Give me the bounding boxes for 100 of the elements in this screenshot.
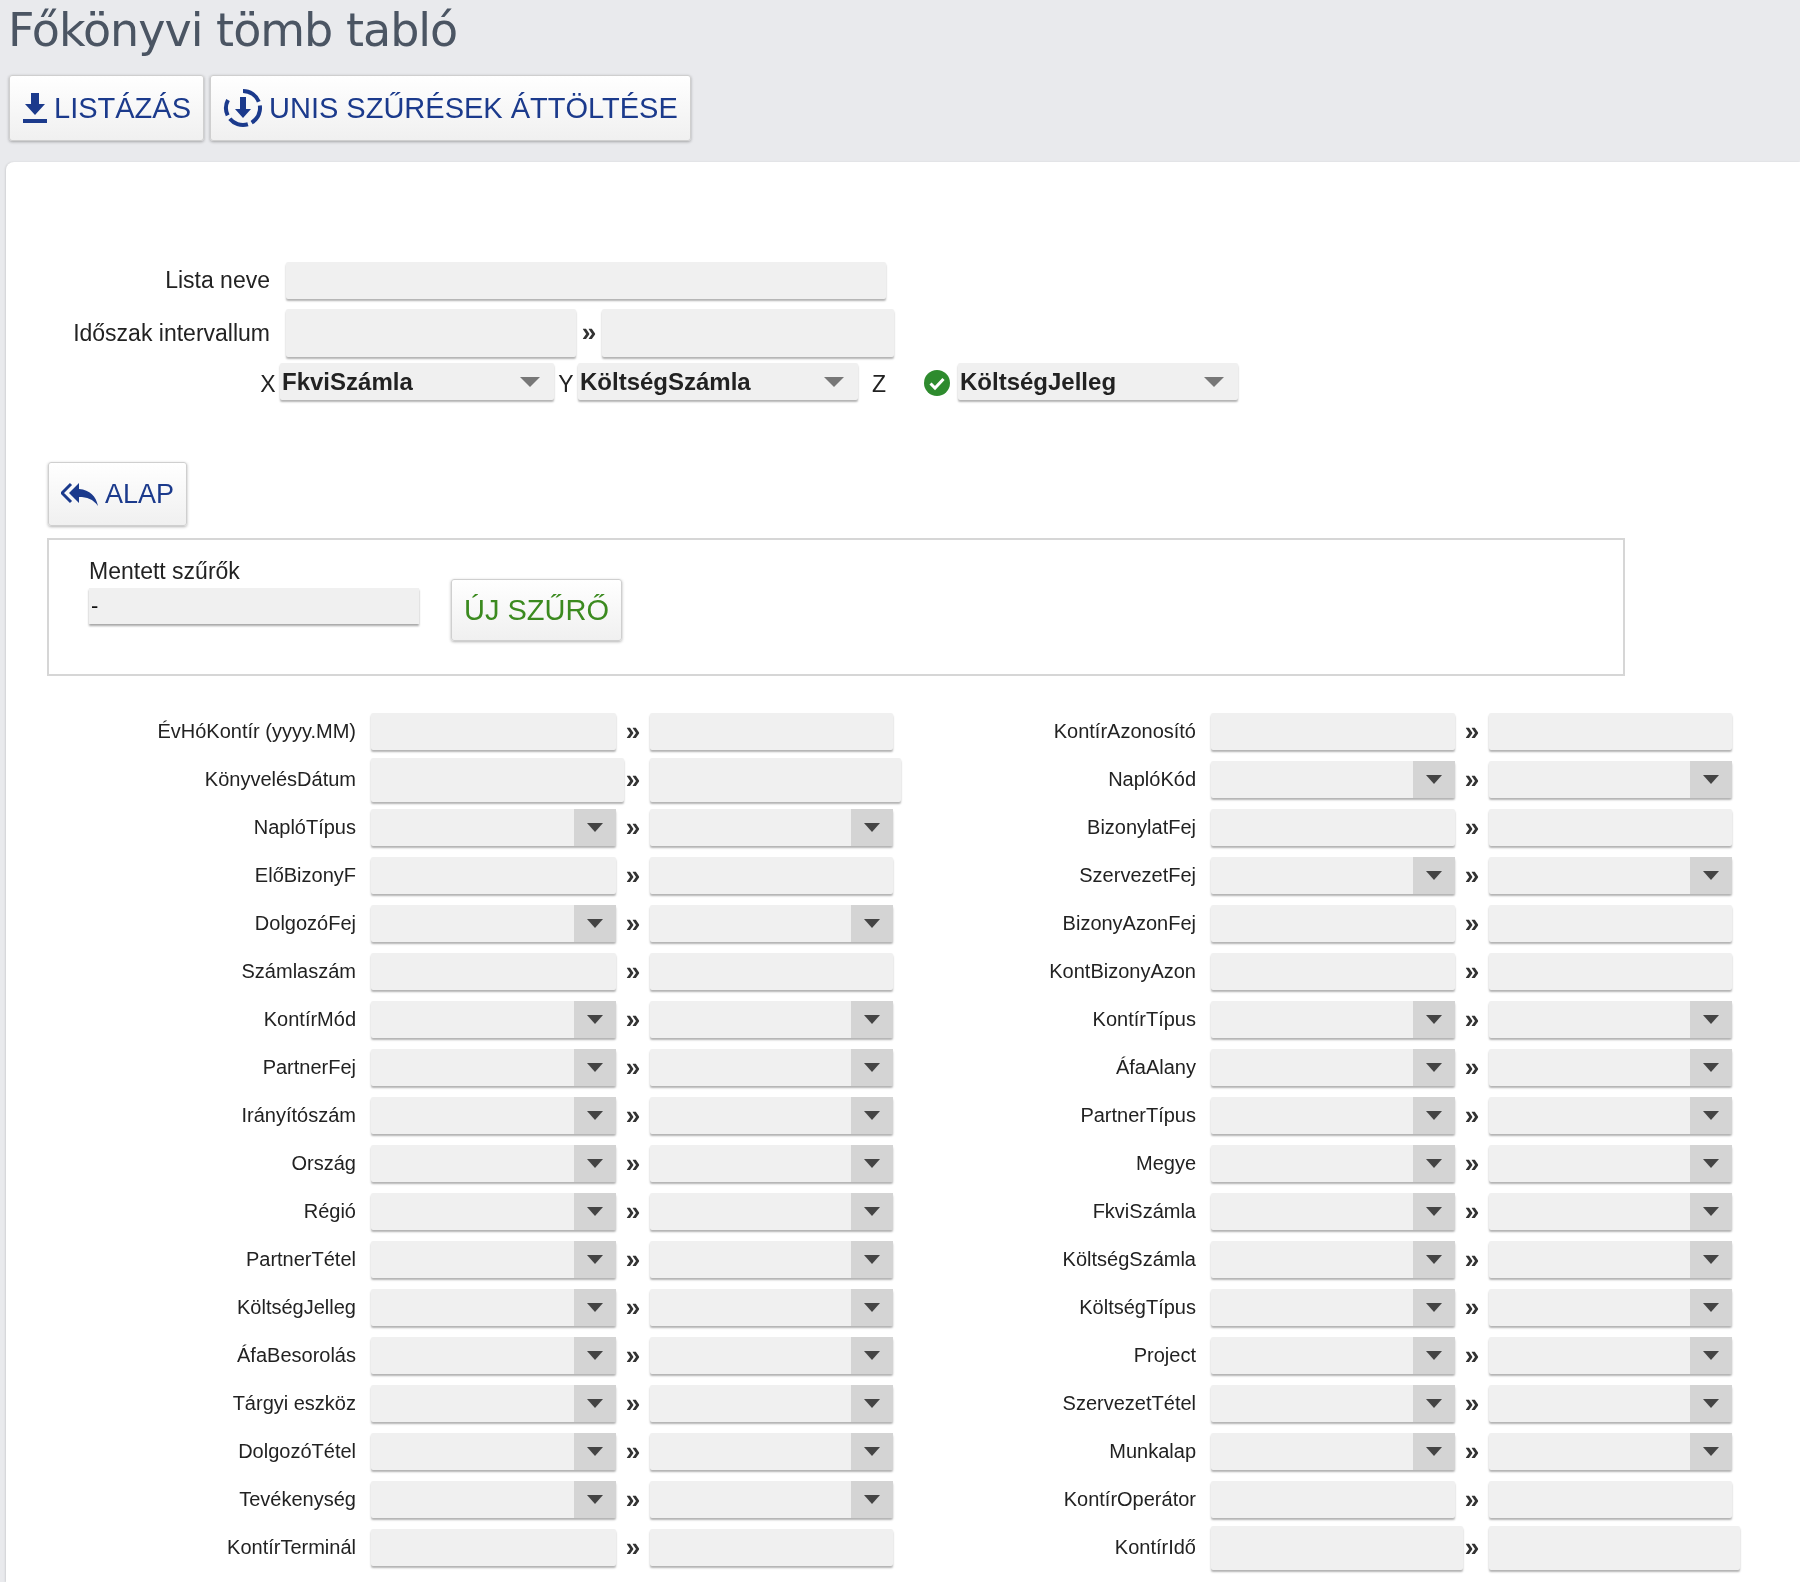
toolbar-button[interactable]: LISTÁZÁS — [9, 75, 204, 141]
input-field[interactable] — [1211, 1480, 1455, 1518]
dropdown-field[interactable] — [1489, 1144, 1732, 1182]
range-separator: » — [1463, 958, 1481, 984]
input-field[interactable] — [1211, 904, 1455, 942]
dropdown-field[interactable] — [650, 1384, 893, 1422]
dropdown-field[interactable] — [1489, 1048, 1732, 1086]
dropdown-arrow-icon — [587, 1446, 603, 1456]
dropdown-arrow-icon — [864, 1302, 880, 1312]
dropdown-arrow-icon — [864, 1446, 880, 1456]
dropdown-field[interactable] — [650, 1144, 893, 1182]
dropdown-field[interactable] — [1489, 1384, 1732, 1422]
dropdown-field[interactable] — [650, 1336, 893, 1374]
input-field[interactable] — [286, 309, 576, 357]
toolbar-button[interactable]: UNIS SZŰRÉSEK ÁTTÖLTÉSE — [210, 75, 691, 141]
filter-label: KöltségTípus — [1078, 1295, 1197, 1319]
range-separator: » — [624, 718, 642, 744]
dropdown-field[interactable] — [1489, 1288, 1732, 1326]
dropdown-field[interactable] — [371, 1432, 616, 1470]
axis-dropdown[interactable]: KöltségJelleg — [958, 363, 1238, 400]
dropdown-field[interactable] — [650, 1480, 893, 1518]
dropdown-field[interactable] — [371, 1480, 616, 1518]
dropdown-field[interactable] — [1489, 856, 1732, 894]
input-field[interactable] — [1489, 904, 1732, 942]
dropdown-field[interactable] — [1211, 1432, 1455, 1470]
axis-dropdown[interactable]: KöltségSzámla — [578, 363, 858, 400]
dropdown-field[interactable] — [650, 904, 893, 942]
dropdown-field[interactable] — [371, 904, 616, 942]
dropdown-field[interactable] — [1211, 1288, 1455, 1326]
dropdown-arrow-icon — [1703, 1110, 1719, 1120]
dropdown-field[interactable] — [371, 808, 616, 846]
input-field[interactable] — [1489, 1480, 1732, 1518]
dropdown-field[interactable] — [650, 1240, 893, 1278]
dropdown-field[interactable] — [371, 1048, 616, 1086]
dropdown-field[interactable] — [1211, 1192, 1455, 1230]
dropdown-field[interactable] — [1489, 1240, 1732, 1278]
date-field[interactable] — [1211, 1526, 1463, 1570]
input-field[interactable] — [650, 1528, 893, 1566]
axis-dropdown[interactable]: FkviSzámla — [280, 363, 554, 400]
dropdown-field[interactable] — [371, 1336, 616, 1374]
dropdown-field[interactable] — [371, 1192, 616, 1230]
input-field[interactable] — [371, 856, 616, 894]
range-separator: » — [1463, 1390, 1481, 1416]
dropdown-field[interactable] — [1211, 1000, 1455, 1038]
filter-label: KontírTípus — [1091, 1007, 1197, 1031]
dropdown-field[interactable] — [1489, 1192, 1732, 1230]
input-field[interactable] — [371, 952, 616, 990]
dropdown-field[interactable] — [650, 1048, 893, 1086]
dropdown-field[interactable] — [1489, 1432, 1732, 1470]
date-field[interactable] — [1489, 1526, 1740, 1570]
dropdown-field[interactable] — [1489, 1336, 1732, 1374]
range-separator: » — [1463, 862, 1481, 888]
input-field[interactable] — [1211, 808, 1455, 846]
input-field[interactable] — [1489, 808, 1732, 846]
input-field[interactable] — [650, 712, 893, 750]
date-field[interactable] — [650, 758, 901, 802]
dropdown-field[interactable] — [371, 1240, 616, 1278]
new-filter-button[interactable]: ÚJ SZŰRŐ — [451, 579, 622, 641]
input-field[interactable] — [1489, 712, 1732, 750]
input-field[interactable] — [371, 1528, 616, 1566]
dropdown-field[interactable] — [1489, 1096, 1732, 1134]
range-separator: » — [580, 319, 598, 345]
range-separator: » — [1463, 1150, 1481, 1176]
dropdown-field[interactable] — [1211, 1048, 1455, 1086]
dropdown-field[interactable] — [371, 1144, 616, 1182]
dropdown-field[interactable] — [650, 1432, 893, 1470]
dropdown-field[interactable] — [1489, 760, 1732, 798]
dropdown-field[interactable] — [650, 808, 893, 846]
date-field[interactable] — [371, 758, 624, 802]
filter-label: Munkalap — [1108, 1439, 1197, 1463]
input-field[interactable] — [602, 309, 894, 357]
dropdown-field[interactable] — [1211, 1144, 1455, 1182]
input-field[interactable] — [1211, 712, 1455, 750]
dropdown-field[interactable] — [1211, 856, 1455, 894]
dropdown-field[interactable] — [650, 1288, 893, 1326]
input-field[interactable] — [286, 262, 886, 299]
dropdown-field[interactable] — [1489, 1000, 1732, 1038]
saved-filter-dropdown[interactable]: - — [89, 588, 419, 624]
dropdown-field[interactable] — [1211, 1336, 1455, 1374]
dropdown-field[interactable] — [1211, 1096, 1455, 1134]
dropdown-field[interactable] — [1211, 1240, 1455, 1278]
input-field[interactable] — [650, 856, 893, 894]
dropdown-field[interactable] — [1211, 760, 1455, 798]
dropdown-field[interactable] — [371, 1288, 616, 1326]
dropdown-field[interactable] — [650, 1000, 893, 1038]
dropdown-arrow-icon — [1426, 1302, 1442, 1312]
input-field[interactable] — [1211, 952, 1455, 990]
input-field[interactable] — [371, 712, 616, 750]
reset-button[interactable]: ALAP — [48, 462, 188, 526]
dropdown-arrow-icon — [587, 918, 603, 928]
dropdown-field[interactable] — [1211, 1384, 1455, 1422]
input-field[interactable] — [650, 952, 893, 990]
filter-label: KontBizonyAzon — [1048, 959, 1197, 983]
dropdown-field[interactable] — [371, 1384, 616, 1422]
input-field[interactable] — [1489, 952, 1732, 990]
dropdown-field[interactable] — [371, 1096, 616, 1134]
filter-label: KontírOperátor — [1062, 1487, 1197, 1511]
dropdown-field[interactable] — [650, 1192, 893, 1230]
dropdown-field[interactable] — [650, 1096, 893, 1134]
dropdown-field[interactable] — [371, 1000, 616, 1038]
